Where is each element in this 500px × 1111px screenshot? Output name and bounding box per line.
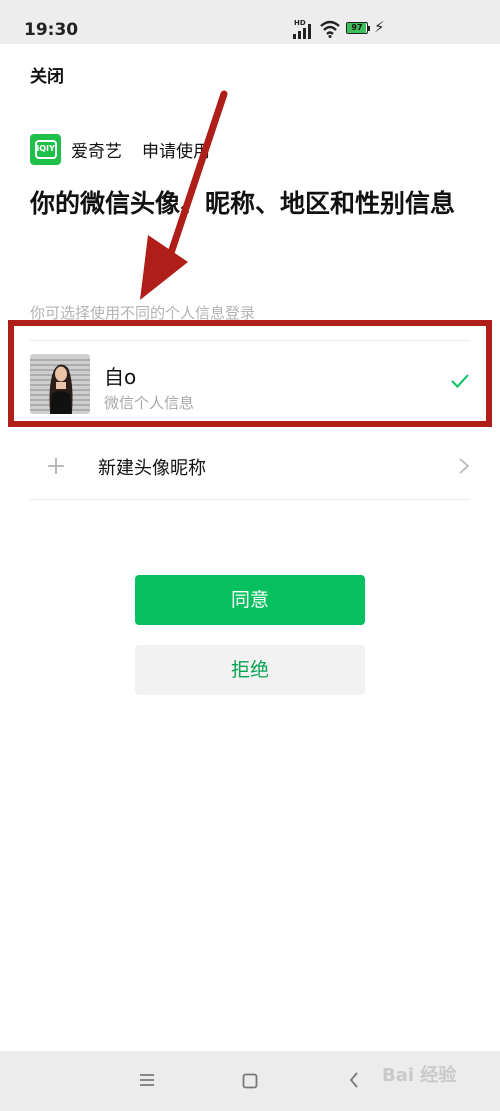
highlight-box	[8, 320, 492, 427]
status-time: 19:30	[24, 20, 79, 40]
hd-label: HD	[294, 19, 306, 27]
app-logo: iQIY	[30, 133, 61, 165]
new-profile-option[interactable]: 新建头像昵称	[30, 436, 470, 498]
agree-button[interactable]: 同意	[135, 575, 365, 625]
battery-tip	[368, 26, 370, 31]
status-bar: 19:30 HD 97 ⚡	[0, 0, 500, 44]
app-logo-text: iQIY	[34, 139, 57, 159]
new-profile-label: 新建头像昵称	[98, 458, 206, 479]
request-text: 申请使用	[142, 141, 210, 162]
home-icon[interactable]	[242, 1073, 258, 1089]
battery-level: 97	[351, 23, 363, 32]
plus-icon	[48, 458, 64, 474]
divider	[30, 499, 470, 500]
close-button[interactable]: 关闭	[30, 62, 64, 87]
charging-icon: ⚡	[374, 18, 385, 36]
annotation-arrow	[140, 90, 228, 300]
reject-button[interactable]: 拒绝	[135, 645, 365, 695]
back-icon[interactable]	[349, 1072, 359, 1088]
app-row: iQIY 爱奇艺 申请使用	[30, 133, 210, 165]
navigation-bar: Bai 经验	[0, 1051, 500, 1111]
battery-icon: 97	[346, 22, 368, 34]
app-name: 爱奇艺	[71, 141, 122, 162]
signal-icon: HD	[293, 19, 311, 39]
watermark: Bai 经验	[382, 1065, 457, 1086]
status-icons: HD 97 ⚡	[292, 18, 392, 40]
menu-icon[interactable]	[139, 1073, 155, 1087]
wifi-icon	[320, 20, 340, 38]
chevron-right-icon	[459, 458, 470, 474]
page-title: 你的微信头像、昵称、地区和性别信息	[30, 189, 456, 218]
